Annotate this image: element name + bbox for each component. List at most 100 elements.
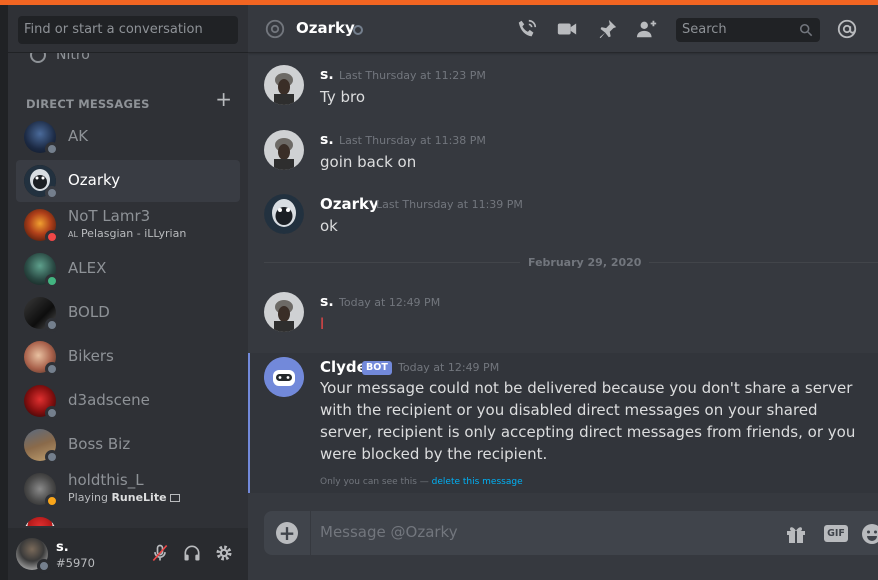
message-timestamp: Last Thursday at 11:39 PM [376, 198, 523, 211]
dm-item-name: d3adscene [68, 391, 150, 409]
avatar[interactable] [264, 292, 304, 332]
chat-area: Ozarky Search s. Last Thursday at 11:23 … [248, 5, 878, 580]
user-photo-avatar-icon [264, 65, 304, 105]
message-timestamp: Last Thursday at 11:38 PM [339, 134, 486, 147]
ephemeral-note-text: Only you can see this — [320, 477, 432, 487]
avatar[interactable] [264, 130, 304, 170]
dm-item-boss-biz[interactable]: Boss Biz [16, 424, 240, 466]
dm-item-holdthis-l[interactable]: holdthis_L Playing RuneLite [16, 468, 240, 510]
emoji-icon[interactable] [860, 522, 878, 546]
search-icon [799, 23, 813, 37]
dm-header-label: DIRECT MESSAGES [26, 97, 150, 111]
dm-item-partial[interactable] [16, 512, 240, 526]
dm-item-name: Boss Biz [68, 435, 131, 453]
dm-item-name: NoT Lamr3 [68, 207, 151, 225]
message-content: l [320, 315, 325, 333]
create-dm-plus-icon[interactable]: + [215, 89, 232, 109]
message-timestamp: Today at 12:49 PM [398, 361, 500, 374]
message-content: goin back on [320, 153, 417, 171]
search-input[interactable]: Search [676, 18, 820, 42]
status-dnd-icon [45, 230, 59, 244]
status-offline-icon [37, 559, 51, 573]
dm-item-name: Bikers [68, 347, 114, 365]
at-mention-icon [265, 19, 285, 39]
message-author[interactable]: s. [320, 67, 334, 83]
dm-item-name: AK [68, 127, 89, 145]
flag-label: AL [68, 230, 78, 239]
server-rail-edge [0, 5, 8, 580]
search-placeholder: Search [682, 22, 727, 37]
message-author[interactable]: s. [320, 294, 334, 310]
message-timestamp: Last Thursday at 11:23 PM [339, 69, 486, 82]
clyde-avatar[interactable] [264, 357, 304, 397]
bot-badge: BOT [362, 361, 392, 375]
status-offline-icon [45, 318, 59, 332]
status-offline-icon [45, 450, 59, 464]
dm-item-ozarky[interactable]: Ozarky [16, 160, 240, 202]
gift-icon[interactable] [784, 522, 808, 546]
message-composer: + Message @Ozarky GIF [264, 511, 878, 555]
video-call-icon[interactable] [556, 18, 578, 40]
dm-item-bikers[interactable]: Bikers [16, 336, 240, 378]
dm-header: DIRECT MESSAGES + [26, 89, 232, 111]
dm-item-alex[interactable]: ALEX [16, 248, 240, 290]
status-offline-icon [45, 142, 59, 156]
dm-item-bold[interactable]: BOLD [16, 292, 240, 334]
activity-prefix: Playing [68, 491, 112, 504]
clyde-message-content: Your message could not be delivered beca… [320, 379, 856, 463]
dm-item-name: holdthis_L [68, 471, 144, 489]
status-offline-icon [45, 406, 59, 420]
ephemeral-note: Only you can see this — delete this mess… [320, 477, 523, 487]
message-author[interactable]: Clyde [320, 358, 367, 376]
clyde-bot-icon [264, 357, 304, 397]
add-friend-icon[interactable] [636, 18, 658, 40]
message-author[interactable]: Ozarky [320, 195, 379, 213]
user-photo-avatar-icon [264, 292, 304, 332]
avatar[interactable] [264, 65, 304, 105]
gear-icon[interactable] [214, 543, 234, 563]
custom-status-text: Pelasgian - iLLyrian [80, 227, 187, 240]
composer-divider [310, 511, 311, 555]
search-bar-container: Find or start a conversation [8, 5, 248, 53]
message-author[interactable]: s. [320, 132, 334, 148]
activity-game: RuneLite [111, 491, 167, 504]
rich-presence-icon [170, 494, 181, 502]
status-offline-icon [45, 186, 59, 200]
avatar[interactable] [264, 194, 304, 234]
dm-item-d3adscene[interactable]: d3adscene [16, 380, 240, 422]
user-photo-avatar-icon [264, 130, 304, 170]
custom-status: AL Pelasgian - iLLyrian [68, 227, 186, 240]
mentions-icon[interactable] [836, 18, 858, 40]
message-content: ok [320, 217, 338, 235]
dm-item-name: ALEX [68, 259, 107, 277]
voice-call-icon[interactable] [516, 18, 538, 40]
date-divider-label: February 29, 2020 [520, 256, 650, 269]
pin-icon[interactable] [596, 18, 618, 40]
message-content: Ty bro [320, 88, 366, 106]
dm-item-ak[interactable]: AK [16, 116, 240, 158]
delete-message-link[interactable]: delete this message [432, 477, 523, 487]
dm-item-name: Ozarky [68, 171, 121, 189]
dm-sidebar: Nitro Find or start a conversation DIREC… [8, 5, 248, 580]
chat-header: Ozarky Search [248, 5, 878, 53]
status-online-icon [45, 274, 59, 288]
message-timestamp: Today at 12:49 PM [339, 296, 441, 309]
avatar [24, 517, 56, 526]
upload-plus-icon[interactable]: + [276, 522, 298, 544]
dm-item-name: BOLD [68, 303, 110, 321]
dm-item-not-lamr3[interactable]: NoT Lamr3 AL Pelasgian - iLLyrian [16, 204, 240, 246]
gorilla-avatar-icon [264, 194, 304, 234]
status-offline-icon [45, 362, 59, 376]
page-title: Ozarky [296, 19, 355, 37]
headphones-icon[interactable] [182, 543, 202, 563]
gif-button[interactable]: GIF [824, 525, 848, 542]
status-idle-icon [45, 494, 59, 508]
activity-status: Playing RuneLite [68, 491, 181, 504]
message-input[interactable]: Message @Ozarky [320, 523, 458, 541]
user-panel: s. #5970 [8, 528, 248, 580]
mute-microphone-icon[interactable] [150, 543, 170, 563]
username: s. [56, 540, 69, 555]
status-offline-icon [353, 25, 363, 35]
find-conversation-input[interactable]: Find or start a conversation [18, 16, 238, 44]
user-discriminator: #5970 [56, 556, 95, 570]
